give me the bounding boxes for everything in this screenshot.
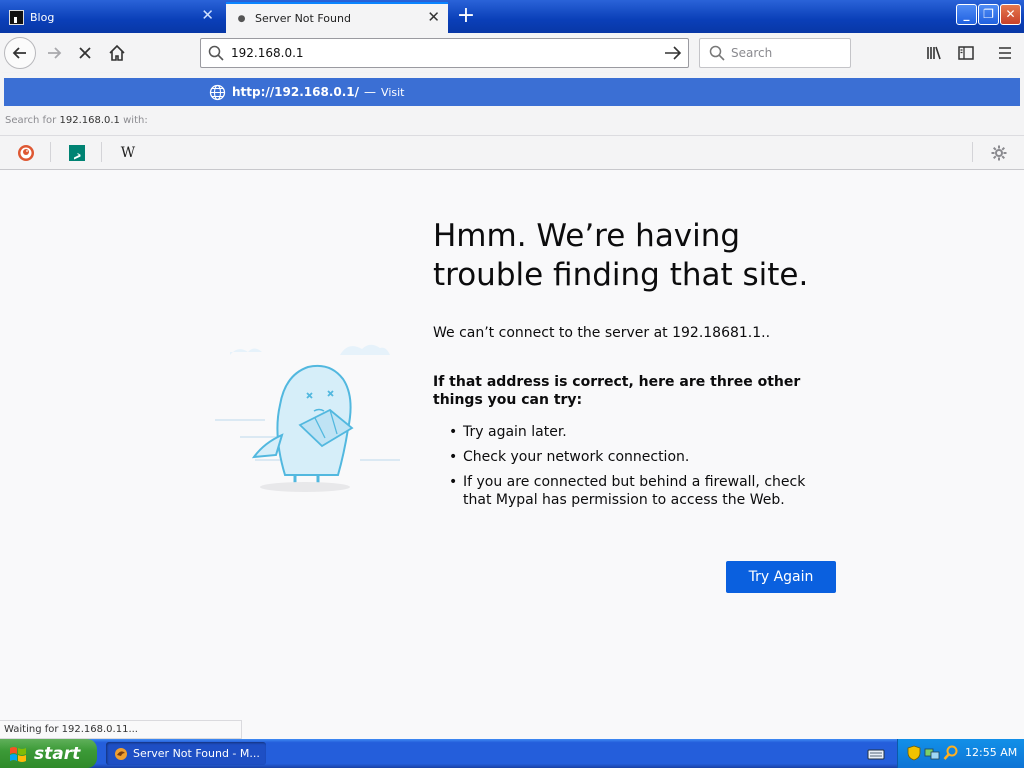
sidebar-button[interactable] xyxy=(950,37,982,69)
status-bar: Waiting for 192.168.0.11... xyxy=(0,720,242,739)
tab-title: Server Not Found xyxy=(255,12,351,25)
tab-blog[interactable]: Blog ✕ xyxy=(0,2,222,32)
error-page: Hmm. We’re having trouble finding that s… xyxy=(0,170,1024,720)
wikipedia-engine-button[interactable]: W xyxy=(117,142,139,164)
search-for-query: 192.168.0.1 xyxy=(59,115,120,126)
go-arrow-icon[interactable] xyxy=(662,43,684,63)
engine-separator xyxy=(101,142,102,162)
close-window-button[interactable]: ✕ xyxy=(1000,4,1021,25)
url-input[interactable] xyxy=(231,43,651,63)
engine-separator xyxy=(50,142,51,162)
search-bar[interactable] xyxy=(699,38,851,68)
search-icon xyxy=(709,45,725,61)
menu-button[interactable] xyxy=(989,37,1021,69)
lost-dinosaur-illustration-icon xyxy=(215,344,400,492)
search-for-label: Search for 192.168.0.1 with: xyxy=(5,115,148,126)
error-description: We can’t connect to the server at 192.18… xyxy=(433,325,771,341)
new-tab-button[interactable]: + xyxy=(453,4,479,30)
tab-strip: Blog ✕ ● Server Not Found ✕ + _ ❐ ✕ xyxy=(0,0,1024,33)
sidebar-icon xyxy=(958,46,974,60)
tab-server-not-found[interactable]: ● Server Not Found ✕ xyxy=(226,2,448,33)
bing-engine-button[interactable] xyxy=(66,142,88,164)
search-engine-bar: W xyxy=(0,135,1024,168)
taskbar-item-browser[interactable]: Server Not Found - M... xyxy=(106,742,266,765)
tab-title: Blog xyxy=(30,10,55,24)
stop-icon xyxy=(79,47,91,59)
forward-button[interactable] xyxy=(38,37,70,69)
wikipedia-icon: W xyxy=(120,145,136,161)
blog-favicon-icon xyxy=(9,9,24,25)
suggestion-action: Visit xyxy=(381,85,405,99)
search-for-prefix: Search for xyxy=(5,115,57,126)
minimize-button[interactable]: _ xyxy=(956,4,977,25)
url-suggestions-dropdown: http://192.168.0.1/ — Visit Search for 1… xyxy=(0,73,1024,170)
library-button[interactable] xyxy=(918,37,950,69)
list-item: Try again later. xyxy=(449,423,829,441)
taskbar: start Server Not Found - M... 12:55 AM xyxy=(0,739,1024,768)
keyboard-icon[interactable] xyxy=(866,744,886,764)
page-favicon-icon: ● xyxy=(237,13,246,24)
browser-app-icon xyxy=(115,747,127,760)
hamburger-menu-icon xyxy=(999,47,1011,59)
close-tab-icon[interactable]: ✕ xyxy=(427,10,440,25)
duckduckgo-engine-button[interactable] xyxy=(15,142,37,164)
list-item: If you are connected but behind a firewa… xyxy=(449,473,829,509)
restore-button[interactable]: ❐ xyxy=(978,4,999,25)
suggestion-row[interactable]: http://192.168.0.1/ — Visit xyxy=(4,78,1020,106)
search-icon xyxy=(208,45,224,61)
home-button[interactable] xyxy=(101,37,133,69)
search-settings-button[interactable] xyxy=(988,142,1010,164)
forward-arrow-icon xyxy=(48,47,62,59)
network-icon[interactable] xyxy=(924,745,940,761)
stop-button[interactable] xyxy=(69,37,101,69)
engine-separator xyxy=(972,142,973,162)
duckduckgo-icon xyxy=(18,145,34,161)
home-icon xyxy=(109,44,125,61)
system-tray: 12:55 AM xyxy=(897,739,1024,768)
windows-flag-icon xyxy=(10,746,26,762)
start-button[interactable]: start xyxy=(0,739,97,768)
search-tray-icon[interactable] xyxy=(943,745,959,761)
search-input[interactable] xyxy=(731,44,841,62)
gear-icon xyxy=(991,145,1007,161)
back-button[interactable] xyxy=(4,37,36,69)
clock: 12:55 AM xyxy=(965,746,1018,759)
library-icon xyxy=(927,46,941,60)
suggestion-url: http://192.168.0.1/ xyxy=(232,85,360,99)
start-label: start xyxy=(34,743,81,764)
search-for-suffix: with: xyxy=(123,115,148,126)
url-bar[interactable] xyxy=(200,38,689,68)
taskbar-item-label: Server Not Found - M... xyxy=(133,747,260,760)
security-shield-icon[interactable] xyxy=(906,745,922,761)
close-tab-icon[interactable]: ✕ xyxy=(201,8,214,23)
suggestion-separator: — xyxy=(364,85,377,99)
error-suggestions-heading: If that address is correct, here are thr… xyxy=(433,374,801,408)
error-title: Hmm. We’re having trouble finding that s… xyxy=(433,218,809,293)
globe-icon xyxy=(209,84,226,100)
back-arrow-icon xyxy=(12,47,26,59)
try-again-button[interactable]: Try Again xyxy=(726,561,836,593)
navigation-bar xyxy=(0,33,1024,88)
list-item: Check your network connection. xyxy=(449,448,829,466)
bing-icon xyxy=(69,145,85,161)
error-suggestions-list: Try again later. Check your network conn… xyxy=(449,423,829,516)
